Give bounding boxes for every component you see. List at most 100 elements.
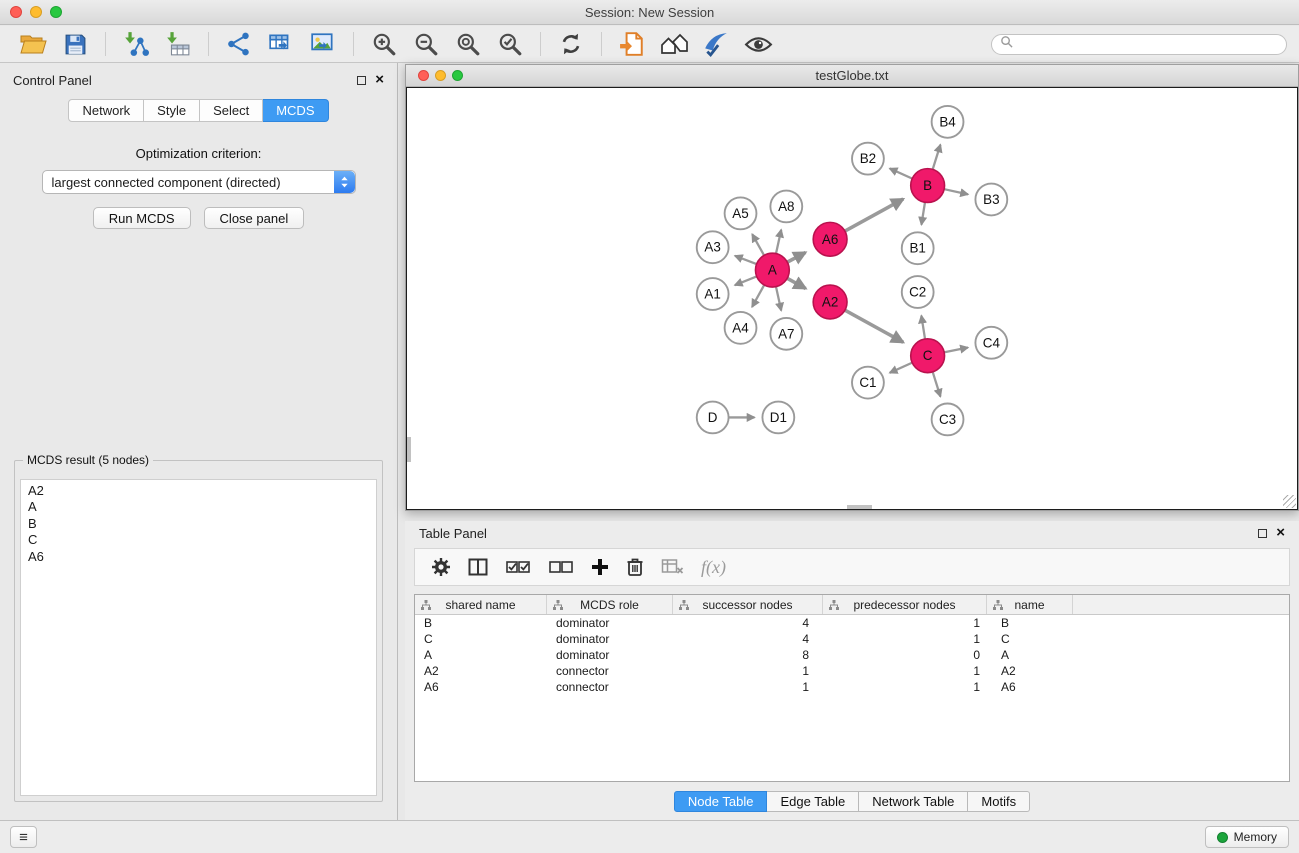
column-header-successor-nodes[interactable]: successor nodes bbox=[673, 595, 823, 614]
network-node-A6[interactable]: A6 bbox=[813, 222, 847, 256]
network-edge-A-A2[interactable] bbox=[786, 278, 805, 289]
network-edge-B-B3[interactable] bbox=[943, 189, 968, 194]
function-builder-icon[interactable]: f(x) bbox=[701, 554, 726, 580]
select-all-icon[interactable] bbox=[505, 554, 531, 580]
zoom-selected-icon[interactable] bbox=[493, 29, 527, 59]
column-header-name[interactable]: name bbox=[987, 595, 1073, 614]
network-edge-B-B2[interactable] bbox=[890, 168, 913, 179]
network-node-C2[interactable]: C2 bbox=[902, 276, 934, 308]
save-icon[interactable] bbox=[58, 29, 92, 59]
zoom-out-icon[interactable] bbox=[409, 29, 443, 59]
table-row[interactable]: A6connector11A6 bbox=[415, 679, 1289, 695]
resize-grip[interactable] bbox=[1283, 495, 1296, 508]
network-edge-A-A4[interactable] bbox=[752, 284, 765, 307]
network-edge-A-A1[interactable] bbox=[735, 276, 758, 285]
network-edge-A-A8[interactable] bbox=[776, 230, 781, 255]
export-network-icon[interactable] bbox=[222, 29, 256, 59]
network-node-A5[interactable]: A5 bbox=[725, 197, 757, 229]
mcds-result-item[interactable]: A2 bbox=[28, 483, 369, 499]
close-table-panel-icon[interactable]: × bbox=[1276, 528, 1285, 538]
network-edge-C-C4[interactable] bbox=[943, 348, 968, 353]
column-header-predecessor-nodes[interactable]: predecessor nodes bbox=[823, 595, 987, 614]
export-table-icon[interactable] bbox=[264, 29, 298, 59]
search-input[interactable] bbox=[1018, 37, 1278, 51]
mcds-result-item[interactable]: B bbox=[28, 516, 369, 532]
table-row[interactable]: Bdominator41B bbox=[415, 615, 1289, 631]
task-history-button[interactable]: ≡ bbox=[10, 826, 37, 848]
close-panel-button[interactable]: Close panel bbox=[204, 207, 305, 229]
tab-mcds[interactable]: MCDS bbox=[263, 99, 328, 122]
zoom-window-button[interactable] bbox=[50, 6, 62, 18]
apply-style-icon[interactable] bbox=[699, 29, 733, 59]
network-edge-A2-C[interactable] bbox=[844, 310, 903, 343]
memory-button[interactable]: Memory bbox=[1205, 826, 1289, 848]
network-node-A1[interactable]: A1 bbox=[697, 278, 729, 310]
import-document-icon[interactable] bbox=[615, 29, 649, 59]
table-row[interactable]: Cdominator41C bbox=[415, 631, 1289, 647]
column-header-mcds-role[interactable]: MCDS role bbox=[547, 595, 673, 614]
import-table-icon[interactable] bbox=[161, 29, 195, 59]
network-edge-A-A3[interactable] bbox=[735, 256, 758, 265]
network-node-B2[interactable]: B2 bbox=[852, 143, 884, 175]
network-edge-C-C3[interactable] bbox=[932, 371, 940, 397]
close-window-button[interactable] bbox=[10, 6, 22, 18]
show-columns-icon[interactable] bbox=[468, 554, 488, 580]
close-network-window-button[interactable] bbox=[418, 70, 429, 81]
home-icon[interactable] bbox=[657, 29, 691, 59]
network-node-C4[interactable]: C4 bbox=[975, 327, 1007, 359]
network-node-A7[interactable]: A7 bbox=[770, 318, 802, 350]
zoom-in-icon[interactable] bbox=[367, 29, 401, 59]
close-panel-icon[interactable]: × bbox=[375, 75, 384, 85]
network-canvas[interactable]: B4B2BB3A5A8A6B1A3AC2A1A2A4A7C4CC1C3DD1 bbox=[406, 87, 1298, 510]
network-node-A8[interactable]: A8 bbox=[770, 191, 802, 223]
mcds-result-item[interactable]: C bbox=[28, 532, 369, 548]
float-table-panel-icon[interactable] bbox=[1258, 529, 1267, 538]
network-node-D1[interactable]: D1 bbox=[762, 402, 794, 434]
network-node-B[interactable]: B bbox=[911, 169, 945, 203]
network-node-D[interactable]: D bbox=[697, 402, 729, 434]
network-edge-C-C1[interactable] bbox=[890, 362, 913, 373]
add-column-icon[interactable] bbox=[591, 554, 609, 580]
zoom-fit-icon[interactable] bbox=[451, 29, 485, 59]
column-header-shared-name[interactable]: shared name bbox=[415, 595, 547, 614]
mcds-result-item[interactable]: A6 bbox=[28, 549, 369, 565]
network-node-C3[interactable]: C3 bbox=[932, 404, 964, 436]
export-image-icon[interactable] bbox=[306, 29, 340, 59]
gear-icon[interactable] bbox=[431, 554, 451, 580]
eye-icon[interactable] bbox=[741, 29, 775, 59]
mcds-result-item[interactable]: A bbox=[28, 499, 369, 515]
minimize-network-window-button[interactable] bbox=[435, 70, 446, 81]
network-edge-A-A6[interactable] bbox=[786, 252, 805, 262]
network-node-B4[interactable]: B4 bbox=[932, 106, 964, 138]
network-node-A4[interactable]: A4 bbox=[725, 312, 757, 344]
table-row[interactable]: Adominator80A bbox=[415, 647, 1289, 663]
network-edge-C-C2[interactable] bbox=[921, 316, 925, 340]
delete-table-icon[interactable] bbox=[661, 554, 684, 580]
network-node-A2[interactable]: A2 bbox=[813, 285, 847, 319]
network-node-A[interactable]: A bbox=[755, 253, 789, 287]
network-node-B3[interactable]: B3 bbox=[975, 184, 1007, 216]
zoom-network-window-button[interactable] bbox=[452, 70, 463, 81]
network-node-C[interactable]: C bbox=[911, 339, 945, 373]
tab-style[interactable]: Style bbox=[144, 99, 200, 122]
import-network-icon[interactable] bbox=[119, 29, 153, 59]
table-tab-node-table[interactable]: Node Table bbox=[674, 791, 768, 812]
delete-column-icon[interactable] bbox=[626, 554, 644, 580]
network-edge-B-B4[interactable] bbox=[932, 145, 940, 171]
tab-network[interactable]: Network bbox=[68, 99, 144, 122]
network-node-C1[interactable]: C1 bbox=[852, 367, 884, 399]
minimize-window-button[interactable] bbox=[30, 6, 42, 18]
float-panel-icon[interactable] bbox=[357, 76, 366, 85]
vertical-scroll-indicator[interactable] bbox=[407, 437, 411, 462]
table-tab-network-table[interactable]: Network Table bbox=[859, 791, 968, 812]
open-folder-icon[interactable] bbox=[16, 29, 50, 59]
network-node-A3[interactable]: A3 bbox=[697, 231, 729, 263]
optimization-criterion-select[interactable]: largest connected component (directed) bbox=[42, 170, 356, 194]
table-tab-edge-table[interactable]: Edge Table bbox=[767, 791, 859, 812]
table-tab-motifs[interactable]: Motifs bbox=[968, 791, 1030, 812]
network-edge-A6-B[interactable] bbox=[844, 199, 903, 232]
network-edge-A-A5[interactable] bbox=[752, 234, 764, 256]
network-edge-A-A7[interactable] bbox=[776, 286, 781, 311]
unselect-all-icon[interactable] bbox=[548, 554, 574, 580]
horizontal-scroll-indicator[interactable] bbox=[847, 505, 872, 509]
